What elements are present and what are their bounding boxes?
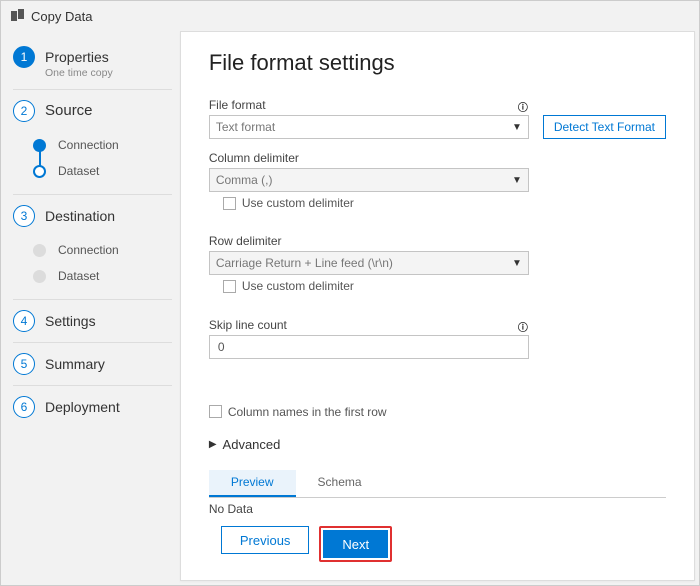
skip-line-input[interactable] bbox=[216, 339, 522, 355]
step-number-4: 4 bbox=[13, 310, 35, 332]
separator bbox=[13, 342, 172, 343]
dot-icon bbox=[33, 165, 46, 178]
substep-source-dataset[interactable]: Dataset bbox=[33, 158, 172, 184]
step-number-1: 1 bbox=[13, 46, 35, 68]
substep-dest-connection[interactable]: Connection bbox=[33, 237, 172, 263]
step-title: Settings bbox=[45, 310, 96, 332]
chevron-down-icon: ▼ bbox=[512, 258, 522, 269]
field-skip-line-count: Skip line count ⓘ bbox=[209, 318, 666, 389]
step-title: Deployment bbox=[45, 396, 120, 418]
chevron-down-icon: ▼ bbox=[512, 122, 522, 133]
row-delimiter-select[interactable]: Carriage Return + Line feed (\r\n) ▼ bbox=[209, 251, 529, 275]
step-source[interactable]: 2 Source bbox=[13, 100, 172, 122]
step-destination[interactable]: 3 Destination bbox=[13, 205, 172, 227]
titlebar-text: Copy Data bbox=[31, 9, 92, 24]
step-title: Summary bbox=[45, 353, 105, 375]
checkbox-box bbox=[223, 197, 236, 210]
step-number-6: 6 bbox=[13, 396, 35, 418]
info-icon[interactable]: ⓘ bbox=[517, 319, 529, 334]
checkbox-label: Use custom delimiter bbox=[242, 196, 354, 210]
column-delimiter-label: Column delimiter bbox=[209, 151, 666, 165]
main-panel: File format settings File format ⓘ Text … bbox=[180, 31, 695, 581]
column-custom-delimiter-checkbox[interactable]: Use custom delimiter bbox=[223, 196, 666, 210]
separator bbox=[13, 194, 172, 195]
chevron-down-icon: ▼ bbox=[512, 175, 522, 186]
checkbox-box bbox=[223, 280, 236, 293]
source-substeps: Connection Dataset bbox=[33, 132, 172, 184]
dot-icon bbox=[33, 270, 46, 283]
page-heading: File format settings bbox=[209, 50, 666, 76]
step-number-5: 5 bbox=[13, 353, 35, 375]
select-value: Comma (,) bbox=[216, 173, 273, 187]
step-summary[interactable]: 5 Summary bbox=[13, 353, 172, 375]
separator bbox=[13, 89, 172, 90]
row-delimiter-label: Row delimiter bbox=[209, 234, 666, 248]
advanced-label: Advanced bbox=[223, 437, 281, 452]
select-value: Carriage Return + Line feed (\r\n) bbox=[216, 256, 393, 270]
info-icon[interactable]: ⓘ bbox=[517, 99, 529, 114]
next-button[interactable]: Next bbox=[323, 530, 388, 558]
separator bbox=[13, 299, 172, 300]
expand-icon: ▶ bbox=[209, 439, 217, 450]
substep-label: Connection bbox=[58, 138, 119, 152]
column-names-first-row-checkbox[interactable]: Column names in the first row bbox=[209, 405, 666, 419]
field-row-delimiter: Row delimiter Carriage Return + Line fee… bbox=[209, 234, 666, 305]
file-format-label: File format bbox=[209, 98, 266, 112]
step-number-2: 2 bbox=[13, 100, 35, 122]
column-delimiter-select[interactable]: Comma (,) ▼ bbox=[209, 168, 529, 192]
tab-schema[interactable]: Schema bbox=[296, 470, 384, 497]
skip-line-label: Skip line count bbox=[209, 318, 287, 332]
no-data-text: No Data bbox=[209, 502, 666, 516]
advanced-expander[interactable]: ▶ Advanced bbox=[209, 437, 666, 452]
row-custom-delimiter-checkbox[interactable]: Use custom delimiter bbox=[223, 279, 666, 293]
copy-data-icon bbox=[11, 9, 25, 24]
detect-text-format-button[interactable]: Detect Text Format bbox=[543, 115, 666, 139]
separator bbox=[13, 385, 172, 386]
step-deployment[interactable]: 6 Deployment bbox=[13, 396, 172, 418]
field-column-delimiter: Column delimiter Comma (,) ▼ Use custom … bbox=[209, 151, 666, 222]
substep-source-connection[interactable]: Connection bbox=[33, 132, 172, 158]
checkbox-box bbox=[209, 405, 222, 418]
window-frame: Copy Data 1 Properties One time copy 2 S… bbox=[0, 0, 700, 586]
step-subtitle: One time copy bbox=[45, 67, 113, 79]
step-title: Destination bbox=[45, 205, 115, 227]
substep-dest-dataset[interactable]: Dataset bbox=[33, 263, 172, 289]
connector-line bbox=[39, 144, 41, 166]
file-format-select[interactable]: Text format ▼ bbox=[209, 115, 529, 139]
step-title: Source bbox=[45, 100, 93, 122]
wizard-sidebar: 1 Properties One time copy 2 Source Conn… bbox=[1, 31, 180, 585]
substep-label: Dataset bbox=[58, 164, 99, 178]
field-file-format: File format ⓘ Text format ▼ bbox=[209, 98, 529, 139]
dest-substeps: Connection Dataset bbox=[33, 237, 172, 289]
step-settings[interactable]: 4 Settings bbox=[13, 310, 172, 332]
footer: Previous Next bbox=[209, 516, 666, 572]
step-properties[interactable]: 1 Properties One time copy bbox=[13, 46, 172, 79]
checkbox-label: Column names in the first row bbox=[228, 405, 387, 419]
substep-label: Dataset bbox=[58, 269, 99, 283]
step-title: Properties bbox=[45, 46, 113, 68]
checkbox-label: Use custom delimiter bbox=[242, 279, 354, 293]
skip-line-input-wrap bbox=[209, 335, 529, 359]
tab-preview[interactable]: Preview bbox=[209, 470, 296, 497]
next-highlight: Next bbox=[319, 526, 392, 562]
previous-button[interactable]: Previous bbox=[221, 526, 310, 554]
substep-label: Connection bbox=[58, 243, 119, 257]
tabs: Preview Schema bbox=[209, 470, 666, 498]
step-number-3: 3 bbox=[13, 205, 35, 227]
dot-icon bbox=[33, 244, 46, 257]
titlebar: Copy Data bbox=[1, 1, 699, 31]
select-value: Text format bbox=[216, 120, 275, 134]
